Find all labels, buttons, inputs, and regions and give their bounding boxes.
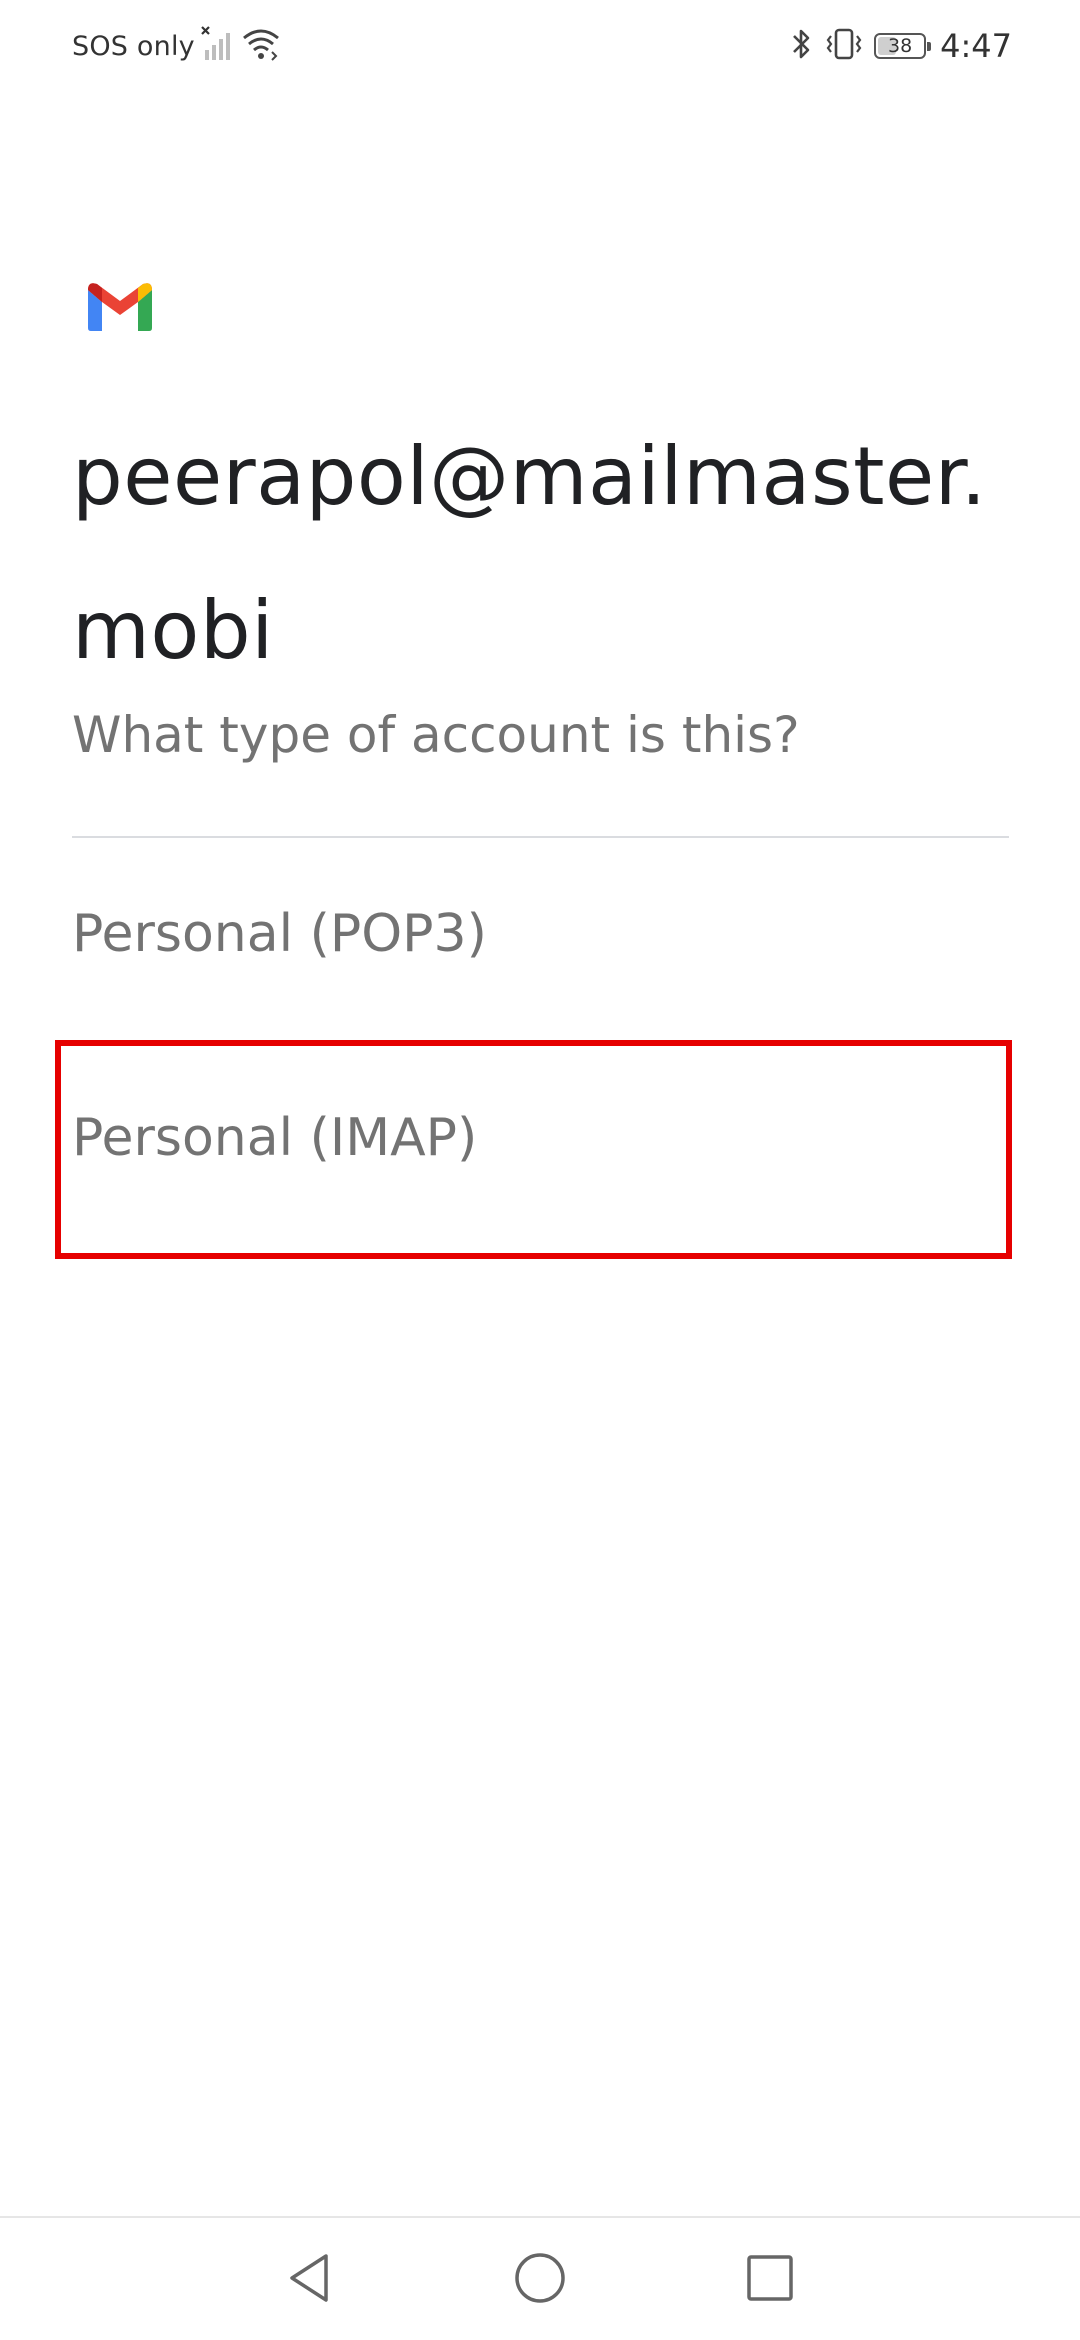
divider: [72, 836, 1009, 838]
account-email: peerapol@mailmaster.mobi: [72, 430, 987, 677]
account-type-prompt: What type of account is this?: [72, 706, 800, 764]
recents-icon: [742, 2250, 798, 2310]
back-icon: [282, 2250, 338, 2310]
wifi-icon: [241, 26, 281, 66]
back-button[interactable]: [270, 2240, 350, 2320]
bluetooth-icon: [790, 26, 814, 66]
carrier-text: SOS only: [72, 30, 195, 62]
option-personal-imap[interactable]: Personal (IMAP): [0, 1040, 1080, 1260]
option-label: Personal (POP3): [72, 904, 487, 964]
navigation-bar: [0, 2218, 1080, 2340]
option-personal-pop3[interactable]: Personal (POP3): [0, 880, 1080, 1000]
recents-button[interactable]: [730, 2240, 810, 2320]
home-button[interactable]: [500, 2240, 580, 2320]
option-label: Personal (IMAP): [72, 1108, 478, 1168]
signal-off-icon: [201, 26, 235, 66]
status-right-group: 38 4:47: [790, 26, 1012, 66]
gmail-logo: [86, 280, 154, 332]
status-left-group: SOS only: [72, 26, 281, 66]
home-icon: [512, 2250, 568, 2310]
status-time: 4:47: [940, 27, 1012, 65]
vibrate-icon: [824, 26, 864, 66]
battery-icon: 38: [874, 33, 932, 59]
battery-level: 38: [888, 34, 913, 57]
status-bar: SOS only 38 4:47: [0, 0, 1080, 92]
